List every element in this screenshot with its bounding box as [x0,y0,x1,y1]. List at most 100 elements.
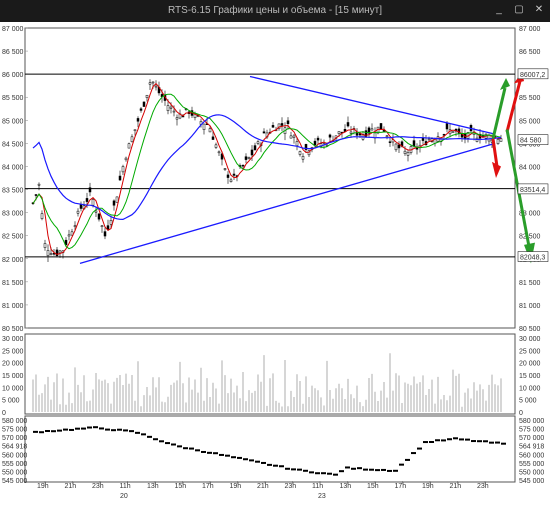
oi-step [195,449,200,452]
oi-step [51,430,56,433]
candle-body [175,117,179,120]
candle-body [97,213,101,220]
oi-step [45,429,50,432]
oi-step [477,440,482,443]
oi-step [153,438,158,441]
time-tick: 13h [340,483,352,490]
price-tick-left: 85 000 [2,118,24,125]
oi-step [171,443,176,446]
time-tick: 11h [312,483,323,490]
oi-step [441,439,446,442]
candle-body [121,166,125,173]
close-icon[interactable]: ✕ [533,5,545,15]
candle-body [133,129,137,131]
volume-tick-right: 25 000 [519,348,541,355]
volume-tick-right: 5 000 [519,398,537,405]
oi-tick-left: 580 000 [2,418,27,425]
oi-tick-left: 560 000 [2,452,27,459]
candle-body [313,140,317,146]
oi-step [147,435,152,438]
candle-body [166,105,170,111]
candle-body [445,123,449,130]
price-tick-right: 81 500 [519,280,541,287]
oi-tick-left: 555 000 [2,461,27,468]
oi-step [321,472,326,475]
oi-step [285,467,290,470]
oi-step [213,452,218,455]
candle-body [253,145,257,151]
candle-body [148,82,152,85]
chart-window: RTS-6.15 Графики цены и объема - [15 мин… [0,0,550,513]
oi-step [99,427,104,430]
price-volume-chart: 87 00087 00086 50086 50086 00086 00085 5… [2,26,549,500]
candle-body [88,187,92,193]
oi-step [279,465,284,468]
price-tick-left: 80 500 [2,326,24,333]
oi-step [471,440,476,443]
oi-step [435,439,440,442]
oi-tick-left: 545 000 [2,478,27,485]
candle-body [427,138,431,141]
price-label: 83514,4 [520,187,545,194]
candle-body [115,196,119,203]
oi-step [273,464,278,467]
oi-step [255,460,260,463]
volume-tick-right: 15 000 [519,373,541,380]
price-label: 86007,2 [520,72,545,79]
time-tick: 21h [257,483,269,490]
price-tick-left: 84 500 [2,141,24,148]
oi-step [417,447,422,450]
volume-tick-left: 30 000 [2,336,24,343]
candle-body [136,118,140,122]
oi-step [297,468,302,471]
oi-step [423,441,428,444]
time-tick: 19h [37,483,49,490]
oi-step [81,427,86,430]
oi-step [291,468,296,471]
candle-body [349,131,353,134]
oi-step [33,430,38,433]
price-tick-left: 82 500 [2,234,24,241]
candle-body [142,101,146,107]
candle-body [172,110,176,113]
candle-body [262,131,266,134]
candle-body [130,136,134,143]
oi-step [123,429,128,432]
oi-step [399,463,404,466]
candle-body [94,210,98,213]
candle-body [43,243,47,248]
candle-body [298,151,302,155]
time-tick: 17h [202,483,214,490]
time-tick: 17h [395,483,407,490]
volume-tick-right: 10 000 [519,385,541,392]
oi-panel [24,415,516,483]
oi-step [261,461,266,464]
oi-step [453,437,458,440]
time-tick: 13h [147,483,159,490]
oi-step [237,456,242,459]
oi-tick-left: 550 000 [2,469,27,476]
candle-body [370,128,374,131]
maximize-icon[interactable]: ▢ [513,5,525,15]
candle-body [34,194,38,196]
time-tick: 21h [450,483,462,490]
candle-body [232,173,236,176]
candle-body [403,150,407,154]
oi-step [129,430,134,433]
candle-body [226,174,230,178]
candle-body [112,200,116,206]
oi-tick-left: 575 000 [2,427,27,434]
candle-body [85,198,89,202]
oi-step [267,463,272,466]
title-bar: RTS-6.15 Графики цены и объема - [15 мин… [0,0,550,23]
minimize-icon[interactable]: _ [493,5,505,15]
oi-tick-right: 555 000 [519,461,544,468]
time-tick: 19h [230,483,242,490]
oi-step [141,433,146,436]
price-tick-left: 87 000 [2,26,24,33]
oi-step [303,469,308,472]
candle-body [223,168,227,170]
oi-step [93,426,98,429]
oi-step [315,472,320,475]
candle-body [73,225,77,227]
